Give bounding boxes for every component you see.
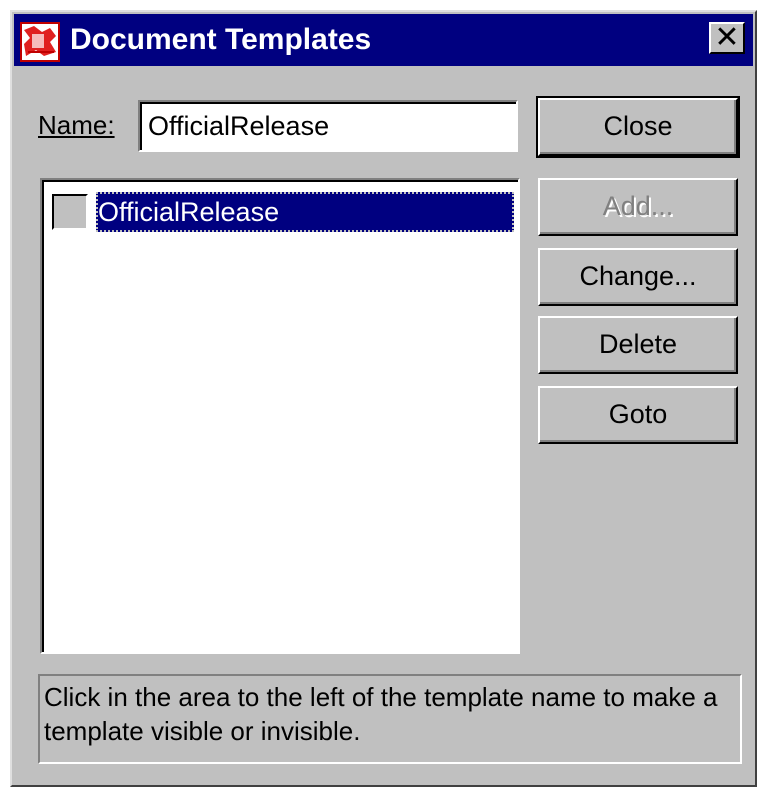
name-label-text: Name: <box>38 110 115 140</box>
template-list-item[interactable]: OfficialRelease <box>50 190 514 234</box>
name-input[interactable] <box>138 100 518 152</box>
goto-button[interactable]: Goto <box>538 386 738 444</box>
title-bar[interactable]: Document Templates ✕ <box>14 14 753 66</box>
hint-text: Click in the area to the left of the tem… <box>38 674 742 764</box>
delete-button[interactable]: Delete <box>538 316 738 374</box>
visibility-toggle[interactable] <box>52 194 88 230</box>
add-button: Add... <box>538 178 738 236</box>
template-list[interactable]: OfficialRelease <box>40 178 520 654</box>
close-window-button[interactable]: ✕ <box>709 22 745 54</box>
change-button[interactable]: Change... <box>538 248 738 306</box>
close-button[interactable]: Close <box>536 96 740 158</box>
template-name[interactable]: OfficialRelease <box>96 192 514 232</box>
name-label: Name: <box>38 110 115 141</box>
document-templates-dialog: Document Templates ✕ Name: Close Add... … <box>10 10 757 787</box>
window-title: Document Templates <box>70 23 372 56</box>
document-templates-app-icon <box>20 22 60 62</box>
